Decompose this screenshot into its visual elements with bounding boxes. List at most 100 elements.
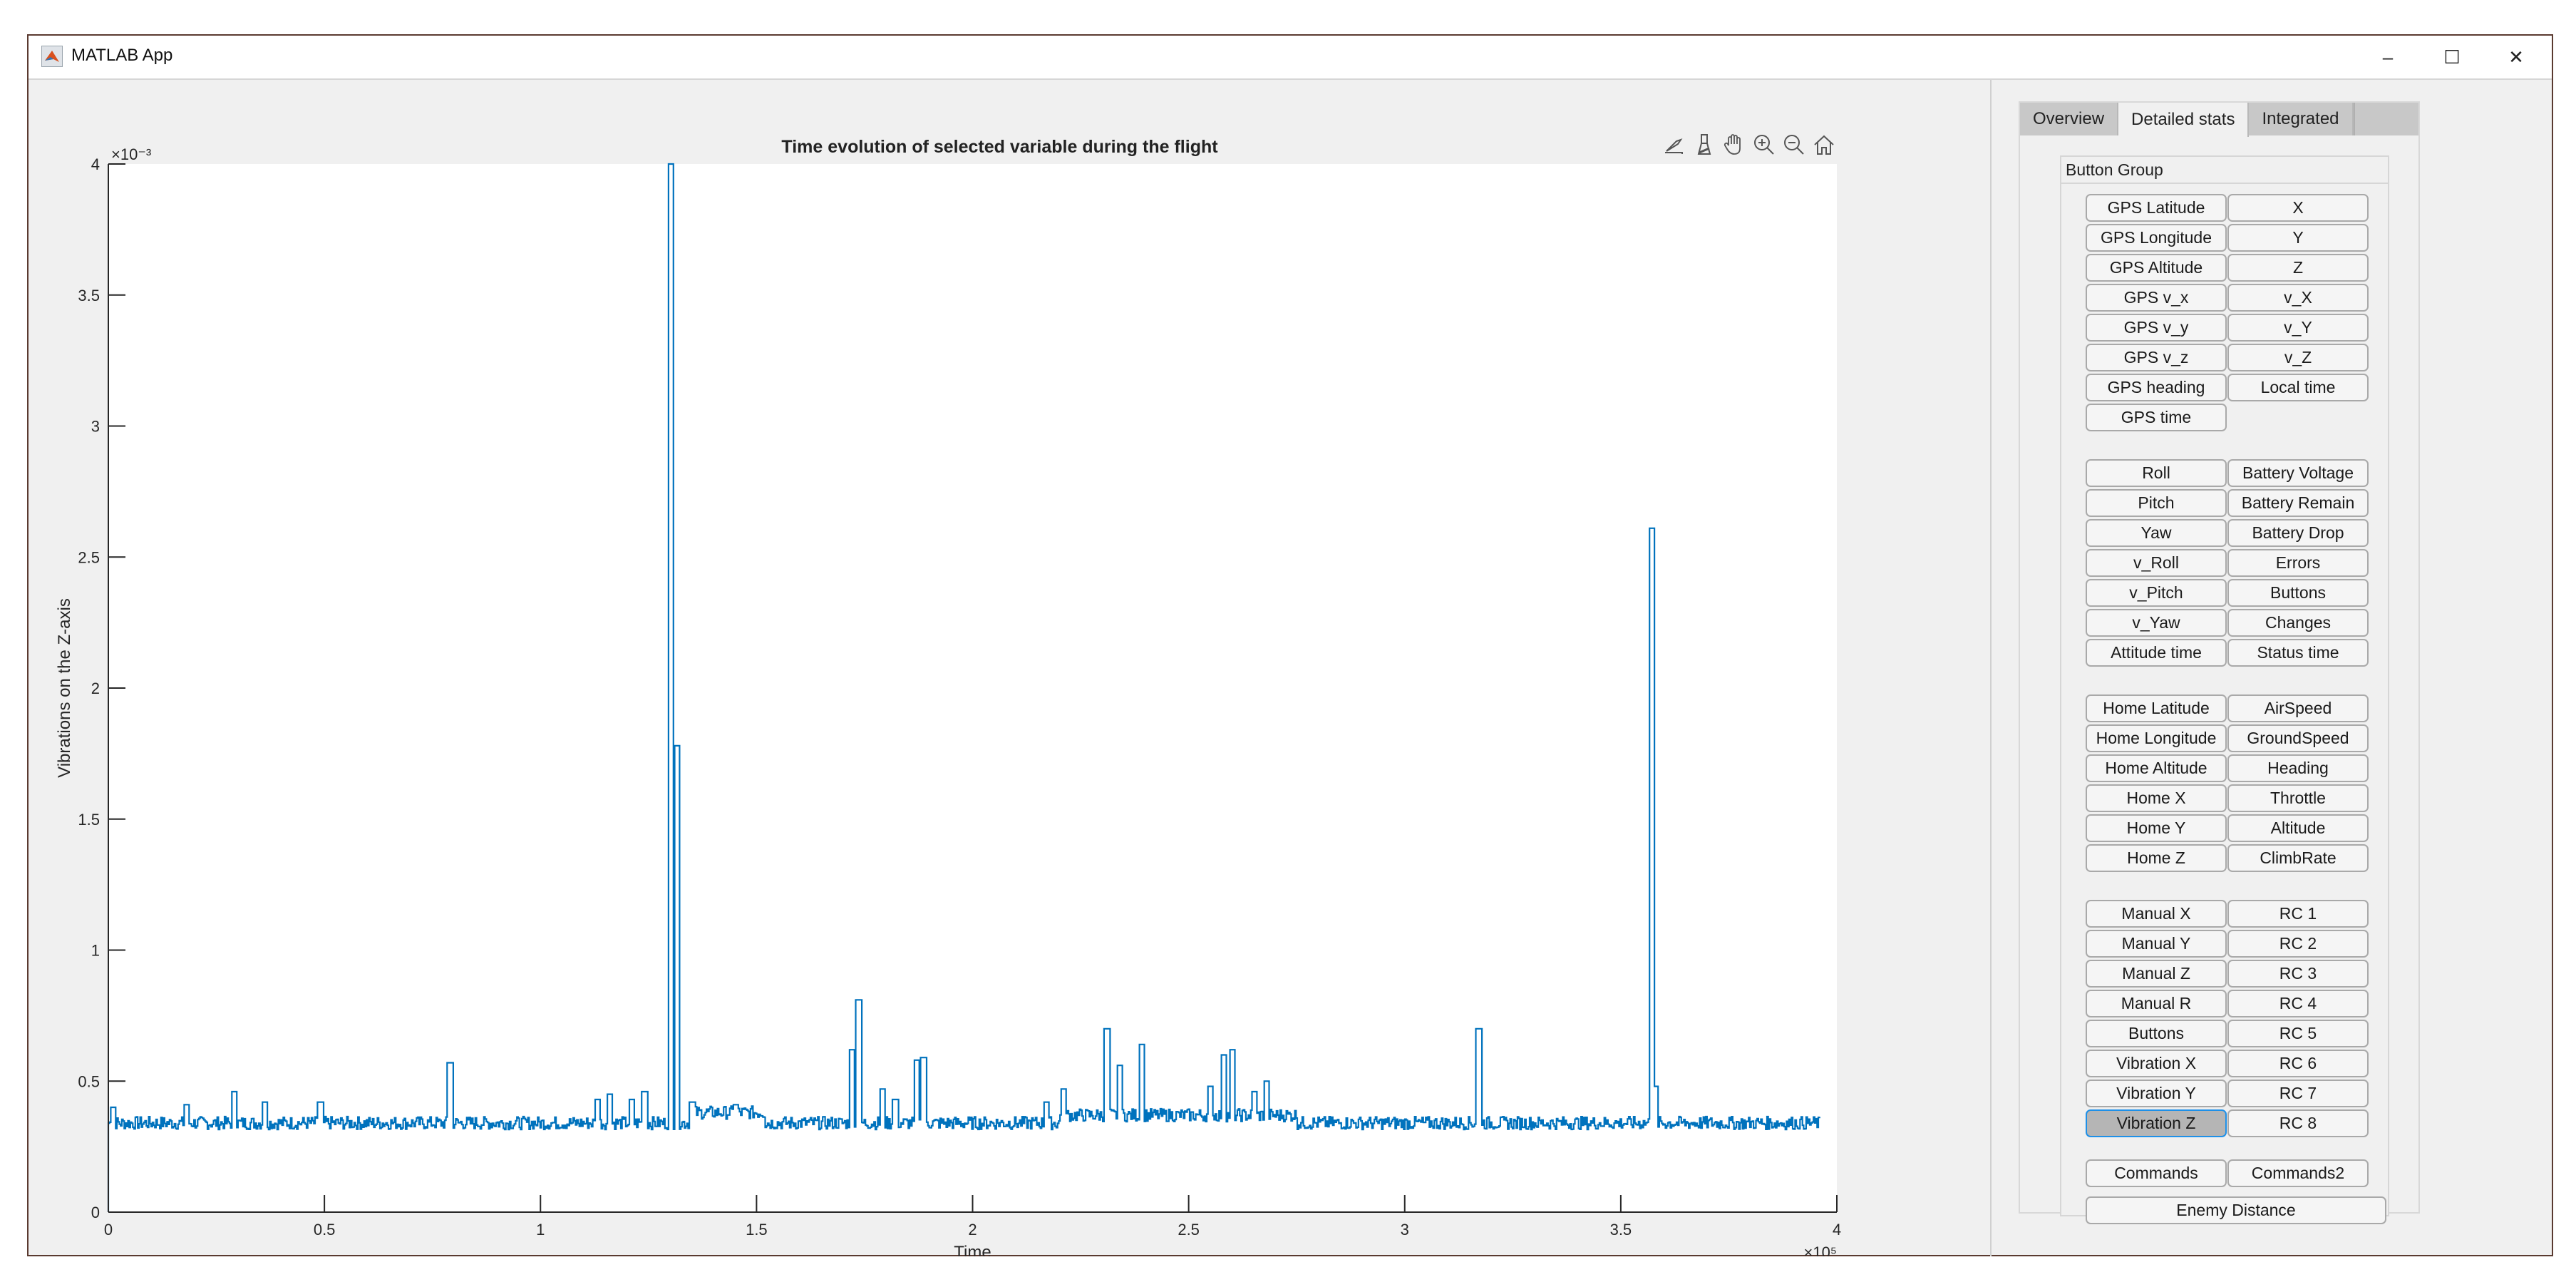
x-tick-label: 0 (104, 1221, 113, 1239)
v-roll-button[interactable]: v_Roll (2086, 549, 2227, 577)
plot-panel: 0 0.5 1 1.5 2 2.5 3 3.5 4 0 0.5 1 1.5 2 2.5 3 3.5 4 ×10⁻³ ×… (29, 80, 1989, 1256)
gps-v-x-button[interactable]: GPS v_x (2086, 284, 2227, 312)
chart-title: Time evolution of selected variable duri… (781, 137, 1218, 157)
vibration-x-button[interactable]: Vibration X (2086, 1050, 2227, 1077)
manual-r-button[interactable]: Manual R (2086, 990, 2227, 1017)
line-chart[interactable]: 0 0.5 1 1.5 2 2.5 3 3.5 400.511.522.533.54×10⁻³×… (29, 80, 1989, 1256)
x-axis-label: Time (954, 1243, 991, 1256)
x-tick-label: 3 (1401, 1221, 1409, 1239)
yaw-button[interactable]: Yaw (2086, 519, 2227, 547)
rc-5-button[interactable]: RC 5 (2227, 1020, 2369, 1047)
climbrate-button[interactable]: ClimbRate (2227, 844, 2369, 872)
manual-z-button[interactable]: Manual Z (2086, 960, 2227, 988)
y-button[interactable]: Y (2227, 224, 2369, 252)
home-z-button[interactable]: Home Z (2086, 844, 2227, 872)
x-button[interactable]: X (2227, 194, 2369, 222)
home-y-button[interactable]: Home Y (2086, 814, 2227, 842)
v-pitch-button[interactable]: v_Pitch (2086, 579, 2227, 607)
rc-1-button[interactable]: RC 1 (2227, 900, 2369, 928)
zoom-out-icon[interactable] (1781, 131, 1808, 158)
gps-time-button[interactable]: GPS time (2086, 404, 2227, 431)
plot-background (108, 164, 1837, 1212)
tab-integrated[interactable]: Integrated (2249, 103, 2354, 135)
throttle-button[interactable]: Throttle (2227, 784, 2369, 812)
commands-button[interactable]: Commands (2086, 1159, 2227, 1187)
groundspeed-button[interactable]: GroundSpeed (2227, 724, 2369, 752)
battery-remain-button[interactable]: Battery Remain (2227, 489, 2369, 517)
rc-6-button[interactable]: RC 6 (2227, 1050, 2369, 1077)
manual-y-button[interactable]: Manual Y (2086, 930, 2227, 958)
button-group-panel: Button Group GPS Latitude X GPS Longitude Y… (2060, 155, 2389, 1224)
window-title: MATLAB App (71, 46, 173, 65)
attitude-time-button[interactable]: Attitude time (2086, 639, 2227, 667)
panel-divider (1990, 80, 1992, 1256)
gps-heading-button[interactable]: GPS heading (2086, 374, 2227, 401)
enemy-distance-button[interactable]: Enemy Distance (2086, 1196, 2386, 1224)
gps-v-z-button[interactable]: GPS v_z (2086, 344, 2227, 371)
pan-hand-icon[interactable] (1721, 131, 1748, 158)
x-tick-label: 1.5 (746, 1221, 768, 1239)
vibration-y-button[interactable]: Vibration Y (2086, 1080, 2227, 1107)
pitch-button[interactable]: Pitch (2086, 489, 2227, 517)
rc-3-button[interactable]: RC 3 (2227, 960, 2369, 988)
v-y-button[interactable]: v_Y (2227, 314, 2369, 342)
rc-8-button[interactable]: RC 8 (2227, 1109, 2369, 1137)
status-time-button[interactable]: Status time (2227, 639, 2369, 667)
matlab-logo-icon (41, 46, 63, 67)
rc-4-button[interactable]: RC 4 (2227, 990, 2369, 1017)
tab-overview[interactable]: Overview (2020, 103, 2119, 135)
y-tick-label: 4 (91, 155, 100, 173)
errors-button[interactable]: Errors (2227, 549, 2369, 577)
home-latitude-button[interactable]: Home Latitude (2086, 694, 2227, 722)
rc-2-button[interactable]: RC 2 (2227, 930, 2369, 958)
local-time-button[interactable]: Local time (2227, 374, 2369, 401)
roll-button[interactable]: Roll (2086, 459, 2227, 487)
minimize-button[interactable]: – (2359, 40, 2416, 74)
close-button[interactable]: ✕ (2488, 40, 2545, 74)
y-tick-label: 1.5 (78, 811, 100, 829)
gps-latitude-button[interactable]: GPS Latitude (2086, 194, 2227, 222)
y-axis-label: Vibrations on the Z-axis (55, 598, 74, 778)
home-x-button[interactable]: Home X (2086, 784, 2227, 812)
y-tick-label: 3.5 (78, 287, 100, 304)
home-altitude-button[interactable]: Home Altitude (2086, 754, 2227, 782)
vibration-z-button[interactable]: Vibration Z (2086, 1109, 2227, 1137)
y-tick-label: 1 (91, 942, 100, 960)
manual-x-button[interactable]: Manual X (2086, 900, 2227, 928)
button-group-title: Button Group (2061, 157, 2388, 184)
home-longitude-button[interactable]: Home Longitude (2086, 724, 2227, 752)
x-tick-label: 2.5 (1178, 1221, 1200, 1239)
commands2-button[interactable]: Commands2 (2227, 1159, 2369, 1187)
gps-altitude-button[interactable]: GPS Altitude (2086, 254, 2227, 282)
tab-strip-end (2353, 103, 2382, 135)
zoom-in-icon[interactable] (1751, 131, 1778, 158)
gps-v-y-button[interactable]: GPS v_y (2086, 314, 2227, 342)
title-bar: MATLAB App – ☐ ✕ (29, 36, 2552, 80)
changes-button[interactable]: Changes (2227, 609, 2369, 637)
buttons-button[interactable]: Buttons (2227, 579, 2369, 607)
v-yaw-button[interactable]: v_Yaw (2086, 609, 2227, 637)
altitude-button[interactable]: Altitude (2227, 814, 2369, 842)
x-exponent-label: ×10⁵ (1804, 1244, 1837, 1256)
axes-toolbar (1661, 131, 1838, 160)
tab-group: Overview Detailed stats Integrated Butto… (2019, 101, 2420, 1224)
buttons-button[interactable]: Buttons (2086, 1020, 2227, 1047)
edit-brush-icon[interactable] (1661, 131, 1688, 158)
battery-voltage-button[interactable]: Battery Voltage (2227, 459, 2369, 487)
airspeed-button[interactable]: AirSpeed (2227, 694, 2369, 722)
rc-7-button[interactable]: RC 7 (2227, 1080, 2369, 1107)
home-restore-icon[interactable] (1810, 131, 1838, 158)
app-window: MATLAB App – ☐ ✕ 0 0.5 1 1.5 2 2.5 3 3.5 4 0 0.5 1 1… (27, 34, 2553, 1256)
v-z-button[interactable]: v_Z (2227, 344, 2369, 371)
gps-longitude-button[interactable]: GPS Longitude (2086, 224, 2227, 252)
x-tick-label: 3.5 (1610, 1221, 1632, 1239)
data-brush-icon[interactable] (1691, 131, 1718, 158)
heading-button[interactable]: Heading (2227, 754, 2369, 782)
tab-detailed-stats[interactable]: Detailed stats (2118, 103, 2250, 137)
x-tick-label: 4 (1833, 1221, 1841, 1239)
maximize-button[interactable]: ☐ (2423, 40, 2480, 74)
v-x-button[interactable]: v_X (2227, 284, 2369, 312)
y-tick-label: 2.5 (78, 548, 100, 566)
battery-drop-button[interactable]: Battery Drop (2227, 519, 2369, 547)
z-button[interactable]: Z (2227, 254, 2369, 282)
